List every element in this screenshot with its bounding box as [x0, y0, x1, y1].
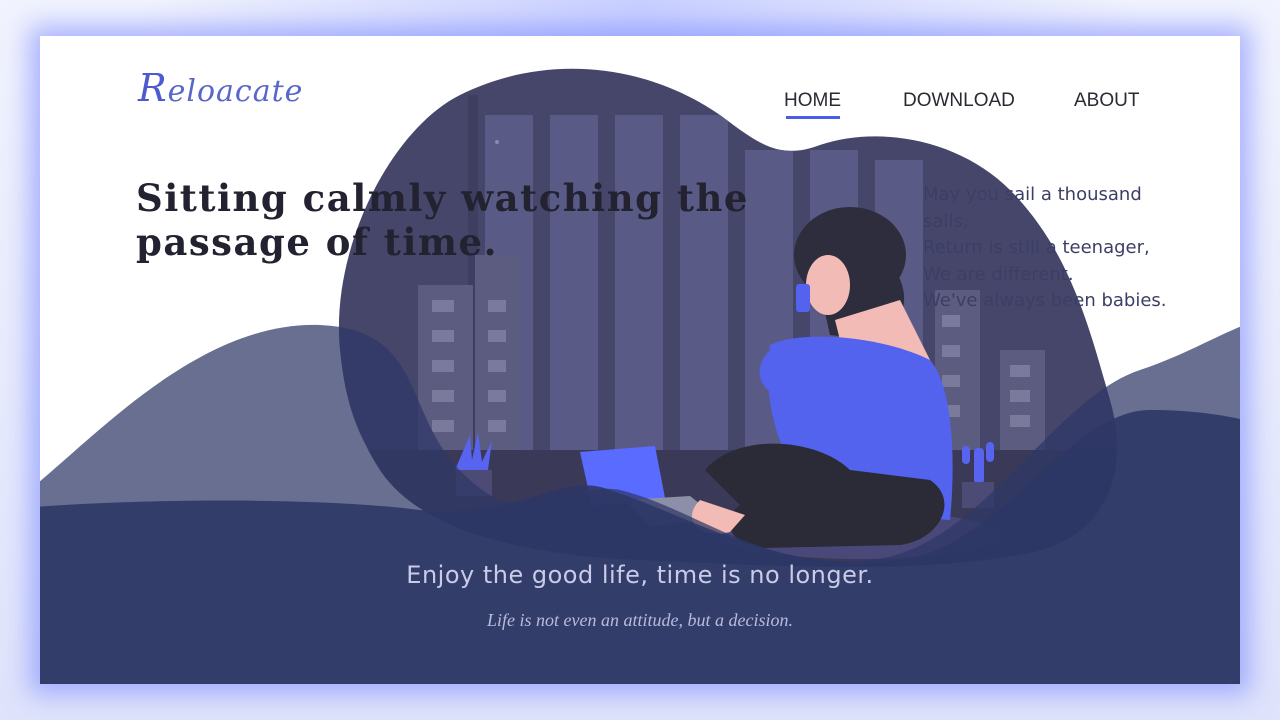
nav-active-indicator — [786, 116, 840, 119]
overlay-layer: Reloacate HOME DOWNLOAD ABOUT Sitting ca… — [0, 0, 1280, 720]
nav-download[interactable]: DOWNLOAD — [903, 90, 1015, 112]
hero-headline: Sitting calmly watching the passage of t… — [136, 176, 756, 264]
nav-home[interactable]: HOME — [784, 90, 841, 112]
headline-line-2: passage of time. — [136, 220, 498, 264]
hero-subtagline: Life is not even an attitude, but a deci… — [487, 610, 793, 630]
hero-tagline: Enjoy the good life, time is no longer. — [406, 561, 874, 589]
poem-line: May you sail a thousand — [923, 184, 1142, 205]
top-nav: HOME DOWNLOAD ABOUT — [0, 90, 1280, 130]
poem-line: Return is still a teenager, — [923, 237, 1150, 258]
headline-line-1: Sitting calmly watching the — [136, 176, 749, 220]
nav-about[interactable]: ABOUT — [1074, 90, 1139, 112]
poem-text: May you sail a thousand sails, Return is… — [923, 182, 1178, 315]
poem-line: sails, — [923, 210, 969, 232]
poem-line: We've always been babies. — [923, 290, 1167, 311]
poem-line: We are different. — [923, 263, 1074, 285]
